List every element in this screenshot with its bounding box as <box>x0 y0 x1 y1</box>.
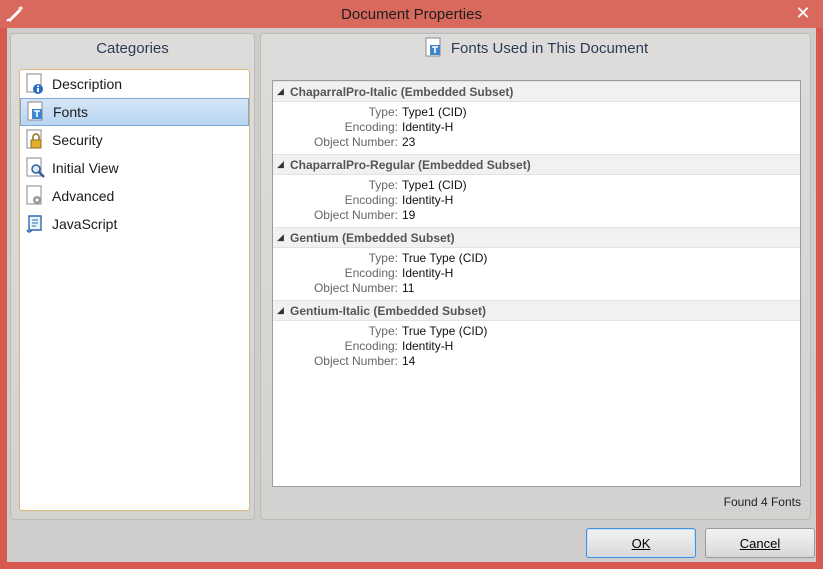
type-value: Type1 (CID) <box>402 105 467 119</box>
encoding-label: Encoding: <box>344 120 398 134</box>
ok-button[interactable]: OK <box>586 528 696 558</box>
object-number-label: Object Number: <box>313 281 398 295</box>
encoding-label: Encoding: <box>344 266 398 280</box>
font-group-header[interactable]: ◢ ChaparralPro-Regular (Embedded Subset) <box>273 154 800 175</box>
object-number-label: Object Number: <box>313 354 398 368</box>
type-label: Type: <box>368 251 398 265</box>
categories-list: Description Fonts Security Initial View <box>19 69 250 511</box>
type-label: Type: <box>368 105 398 119</box>
object-number-value: 11 <box>402 281 415 295</box>
category-fonts[interactable]: Fonts <box>20 98 249 126</box>
categories-panel: Categories Description Fonts Security In… <box>10 33 255 520</box>
category-label: Advanced <box>52 188 115 204</box>
font-name: ChaparralPro-Regular (Embedded Subset) <box>290 157 531 172</box>
fonts-panel-title: Fonts Used in This Document <box>450 39 649 57</box>
categories-header: Categories <box>96 39 169 57</box>
lock-doc-icon <box>24 129 46 151</box>
object-number-label: Object Number: <box>313 135 398 149</box>
font-details: Type: True Type (CID) Encoding: Identity-H… <box>273 321 800 373</box>
type-value: Type1 (CID) <box>402 178 467 192</box>
encoding-value: Identity-H <box>402 193 454 207</box>
window-title: Document Properties <box>341 5 482 23</box>
gear-doc-icon <box>24 185 46 207</box>
category-initial-view[interactable]: Initial View <box>20 154 249 182</box>
encoding-value: Identity-H <box>402 120 454 134</box>
type-label: Type: <box>368 178 398 192</box>
collapse-triangle-icon[interactable]: ◢ <box>277 86 287 97</box>
font-group-header[interactable]: ◢ Gentium (Embedded Subset) <box>273 227 800 248</box>
cancel-button-label: Cancel <box>739 535 781 551</box>
close-icon: ✕ <box>795 2 811 23</box>
close-button[interactable]: ✕ <box>787 2 819 24</box>
fonts-panel: Fonts Used in This Document ◢ ChaparralP… <box>260 33 811 520</box>
encoding-label: Encoding: <box>344 339 398 353</box>
object-number-value: 19 <box>402 208 416 222</box>
type-value: True Type (CID) <box>402 324 488 338</box>
info-doc-icon <box>24 73 46 95</box>
title-bar[interactable]: Document Properties ✕ <box>0 0 823 28</box>
found-fonts-count: Found 4 Fonts <box>723 495 801 509</box>
magnifier-doc-icon <box>24 157 46 179</box>
category-label: Fonts <box>53 104 89 120</box>
fonts-list[interactable]: ◢ ChaparralPro-Italic (Embedded Subset) … <box>272 80 801 487</box>
font-doc-icon <box>423 37 445 59</box>
category-label: JavaScript <box>52 216 118 232</box>
collapse-triangle-icon[interactable]: ◢ <box>277 232 287 243</box>
collapse-triangle-icon[interactable]: ◢ <box>277 305 287 316</box>
encoding-value: Identity-H <box>402 266 454 280</box>
font-name: Gentium (Embedded Subset) <box>290 230 455 245</box>
category-javascript[interactable]: JavaScript <box>20 210 249 238</box>
category-label: Description <box>52 76 123 92</box>
encoding-label: Encoding: <box>344 193 398 207</box>
font-group-header[interactable]: ◢ ChaparralPro-Italic (Embedded Subset) <box>273 81 800 102</box>
font-details: Type: Type1 (CID) Encoding: Identity-H Obj… <box>273 175 800 227</box>
category-label: Initial View <box>52 160 119 176</box>
category-security[interactable]: Security <box>20 126 249 154</box>
font-group-header[interactable]: ◢ Gentium-Italic (Embedded Subset) <box>273 300 800 321</box>
pdf-pen-icon <box>6 5 24 23</box>
fonts-panel-header: Fonts Used in This Document <box>261 34 810 62</box>
script-scroll-icon <box>24 213 46 235</box>
ok-button-label: OK <box>631 535 651 551</box>
collapse-triangle-icon[interactable]: ◢ <box>277 159 287 170</box>
object-number-label: Object Number: <box>313 208 398 222</box>
font-details: Type: Type1 (CID) Encoding: Identity-H Obj… <box>273 102 800 154</box>
type-value: True Type (CID) <box>402 251 488 265</box>
category-label: Security <box>52 132 103 148</box>
dialog-body: Categories Description Fonts Security In… <box>7 28 816 562</box>
cancel-button[interactable]: Cancel <box>705 528 815 558</box>
category-description[interactable]: Description <box>20 70 249 98</box>
category-advanced[interactable]: Advanced <box>20 182 249 210</box>
type-label: Type: <box>368 324 398 338</box>
encoding-value: Identity-H <box>402 339 454 353</box>
font-name: ChaparralPro-Italic (Embedded Subset) <box>290 84 514 99</box>
object-number-value: 14 <box>402 354 416 368</box>
font-name: Gentium-Italic (Embedded Subset) <box>290 303 487 318</box>
font-details: Type: True Type (CID) Encoding: Identity-H… <box>273 248 800 300</box>
font-doc-icon <box>25 101 47 123</box>
object-number-value: 23 <box>402 135 416 149</box>
